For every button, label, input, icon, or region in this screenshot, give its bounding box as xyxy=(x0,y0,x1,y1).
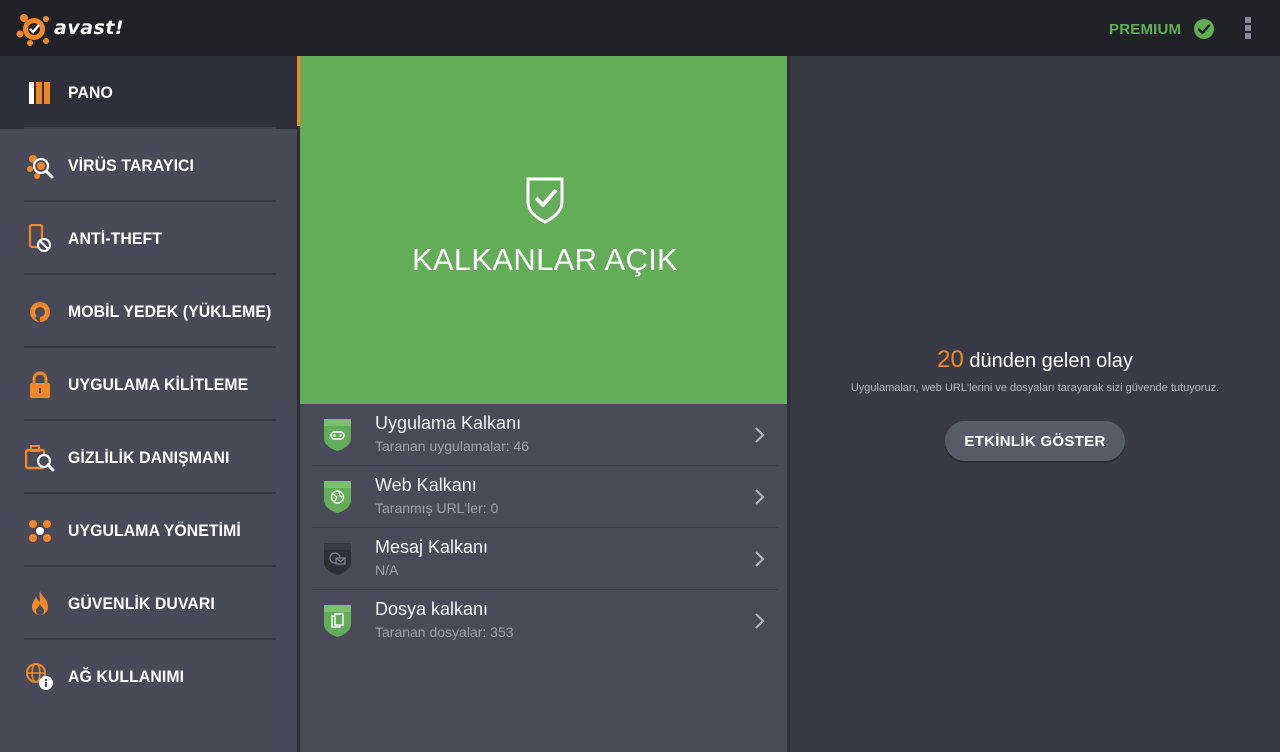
shields-status-banner[interactable]: KALKANLAR AÇIK xyxy=(300,56,790,404)
sidebar-item-anti-theft[interactable]: ANTİ-THEFT xyxy=(0,202,297,275)
sidebar-item-label: GİZLİLİK DANIŞMANI xyxy=(68,447,230,467)
logo-text: avast! xyxy=(54,17,125,39)
anti-theft-phone-icon xyxy=(25,223,55,254)
events-count: 20 xyxy=(937,346,964,373)
shield-row-app[interactable]: Uygulama Kalkanı Taranan uygulamalar: 46 xyxy=(300,404,790,466)
sidebar-item-privacy-advisor[interactable]: GİZLİLİK DANIŞMANI xyxy=(0,421,297,494)
dashboard-icon xyxy=(25,78,55,108)
sidebar-item-label: UYGULAMA KİLİTLEME xyxy=(68,374,249,394)
sidebar-item-network-usage[interactable]: AĞ KULLANIMI xyxy=(0,640,297,713)
sidebar-item-app-management[interactable]: UYGULAMA YÖNETİMİ xyxy=(0,494,297,567)
chevron-right-icon xyxy=(755,427,765,443)
file-shield-icon xyxy=(324,605,351,637)
menu-dot-icon xyxy=(1245,25,1251,31)
shield-subtitle: Taranan dosyalar: 353 xyxy=(375,624,514,640)
activity-panel: 20 dünden gelen olay Uygulamaları, web U… xyxy=(790,56,1280,752)
sidebar-item-virus-scanner[interactable]: VİRÜS TARAYICI xyxy=(0,129,297,202)
events-description: Uygulamaları, web URL'lerini ve dosyalar… xyxy=(850,382,1220,394)
sidebar-item-label: GÜVENLİK DUVARI xyxy=(68,593,215,613)
events-summary: 20 dünden gelen olay xyxy=(790,346,1280,374)
backup-icon xyxy=(25,297,55,327)
chevron-right-icon xyxy=(755,551,765,567)
shield-check-icon xyxy=(526,177,564,224)
menu-dot-icon xyxy=(1245,33,1251,39)
shield-title: Mesaj Kalkanı xyxy=(375,537,489,557)
shield-title: Dosya kalkanı xyxy=(375,599,489,619)
message-shield-icon xyxy=(324,543,351,575)
sidebar: PANO VİRÜS TARAYICI ANTİ-THEFT MOBİL YED… xyxy=(0,56,297,752)
shield-title: Web Kalkanı xyxy=(375,475,477,495)
shield-subtitle: Taranan uygulamalar: 46 xyxy=(375,438,530,454)
premium-check-icon xyxy=(1194,19,1215,39)
shield-subtitle: N/A xyxy=(375,562,399,578)
shield-row-web[interactable]: Web Kalkanı Taranmış URL'ler: 0 xyxy=(300,466,790,528)
sidebar-item-label: PANO xyxy=(68,82,113,102)
privacy-advisor-icon xyxy=(25,443,55,473)
sidebar-item-dashboard[interactable]: PANO xyxy=(0,56,297,129)
shield-subtitle: Taranmış URL'ler: 0 xyxy=(375,500,499,516)
menu-dot-icon xyxy=(1245,17,1251,23)
shield-list: Uygulama Kalkanı Taranan uygulamalar: 46… xyxy=(300,404,790,652)
network-usage-globe-icon xyxy=(25,662,55,692)
web-shield-icon xyxy=(324,481,351,513)
sidebar-item-label: AĞ KULLANIMI xyxy=(68,666,185,686)
app-shield-icon xyxy=(324,419,351,451)
show-activity-button[interactable]: ETKİNLİK GÖSTER xyxy=(945,421,1125,461)
sidebar-item-label: MOBİL YEDEK (YÜKLEME) xyxy=(68,301,272,321)
premium-label: PREMIUM xyxy=(1109,20,1182,38)
avast-logo: avast! xyxy=(16,8,124,48)
shields-status-title: KALKANLAR AÇIK xyxy=(411,242,679,277)
shield-row-message[interactable]: Mesaj Kalkanı N/A xyxy=(300,528,790,590)
sidebar-item-mobile-backup[interactable]: MOBİL YEDEK (YÜKLEME) xyxy=(0,275,297,348)
virus-scan-icon xyxy=(25,151,55,181)
sidebar-item-app-locking[interactable]: UYGULAMA KİLİTLEME xyxy=(0,348,297,421)
overflow-menu-button[interactable] xyxy=(1236,14,1260,42)
shield-row-file[interactable]: Dosya kalkanı Taranan dosyalar: 353 xyxy=(300,590,790,652)
sidebar-item-firewall[interactable]: GÜVENLİK DUVARI xyxy=(0,567,297,640)
chevron-right-icon xyxy=(755,489,765,505)
shield-title: Uygulama Kalkanı xyxy=(375,413,522,433)
events-text: dünden gelen olay xyxy=(963,350,1133,372)
shields-panel: KALKANLAR AÇIK Uygulama Kalkanı Taranan … xyxy=(300,56,790,752)
sidebar-item-label: UYGULAMA YÖNETİMİ xyxy=(68,520,241,540)
top-bar: avast! PREMIUM xyxy=(0,0,1280,56)
avast-logo-icon xyxy=(16,14,49,46)
premium-status: PREMIUM xyxy=(1109,18,1215,40)
firewall-flame-icon xyxy=(25,589,55,619)
app-management-icon xyxy=(25,516,55,546)
chevron-right-icon xyxy=(755,613,765,629)
sidebar-item-label: VİRÜS TARAYICI xyxy=(68,155,195,175)
padlock-icon xyxy=(25,370,55,400)
sidebar-item-label: ANTİ-THEFT xyxy=(68,228,163,248)
